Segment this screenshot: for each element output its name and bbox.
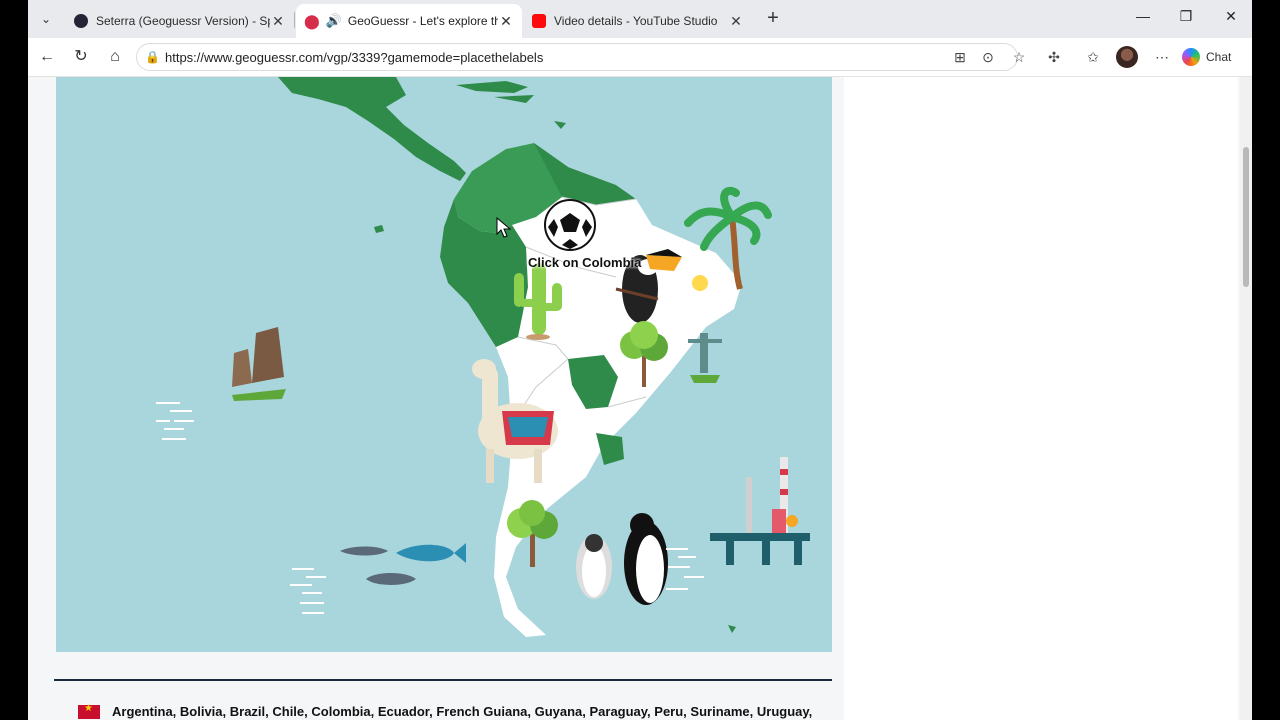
side-panel bbox=[844, 77, 1238, 720]
christ-redeemer-icon bbox=[688, 333, 722, 383]
speaker-icon[interactable]: 🔊 bbox=[326, 13, 342, 29]
tree-icon bbox=[507, 500, 558, 567]
mouse-cursor-icon bbox=[496, 217, 512, 238]
tab-title: Seterra (Geoguessr Version) - Spe bbox=[96, 14, 270, 28]
central-america bbox=[278, 77, 466, 181]
profile-avatar[interactable] bbox=[1116, 46, 1138, 68]
caribbean-island bbox=[494, 95, 534, 103]
penguin-icon bbox=[576, 513, 668, 605]
youtube-icon bbox=[532, 14, 546, 28]
location-pin-icon: ⬤ bbox=[304, 12, 320, 29]
favorites-icon[interactable]: ✩ bbox=[1083, 47, 1103, 67]
more-menu-icon[interactable]: ⋯ bbox=[1152, 47, 1172, 67]
apps-icon[interactable]: ⊞ bbox=[950, 47, 970, 67]
extensions-icon[interactable]: ✣ bbox=[1044, 47, 1064, 67]
uruguay-region bbox=[596, 433, 624, 465]
lock-icon[interactable]: 🔒 bbox=[145, 50, 160, 64]
scrollbar[interactable] bbox=[1240, 77, 1252, 720]
soccer-ball-icon bbox=[544, 199, 596, 251]
url-text[interactable]: https://www.geoguessr.com/vgp/3339?gamem… bbox=[165, 50, 543, 65]
country-list: Argentina, Bolivia, Brazil, Chile, Colom… bbox=[112, 704, 813, 719]
tab-title: Video details - YouTube Studio bbox=[554, 14, 718, 28]
tab-youtube-studio[interactable]: Video details - YouTube Studio ✕ bbox=[524, 4, 752, 38]
flag-icon bbox=[78, 703, 100, 719]
cuba bbox=[456, 81, 528, 93]
page-content: Click on Colombia Argentina, Bolivia, Br… bbox=[28, 77, 1240, 720]
fish-icon bbox=[340, 543, 466, 585]
moai-icon bbox=[232, 327, 286, 401]
back-icon[interactable]: ← bbox=[36, 46, 58, 68]
minimize-icon[interactable]: — bbox=[1128, 8, 1158, 30]
close-tab-icon[interactable]: ✕ bbox=[728, 13, 744, 30]
section-divider bbox=[54, 679, 832, 681]
seterra-icon bbox=[74, 14, 88, 28]
tab-geoguessr[interactable]: ⬤ 🔊 GeoGuessr - Let's explore the ✕ bbox=[296, 4, 522, 38]
refresh-icon[interactable]: ↻ bbox=[70, 46, 92, 68]
map-prompt-label: Click on Colombia bbox=[528, 255, 642, 270]
restore-icon[interactable]: ❐ bbox=[1171, 8, 1201, 30]
waves-decoration bbox=[156, 402, 704, 614]
tab-title: GeoGuessr - Let's explore the bbox=[347, 14, 498, 28]
browser-window: ⌄ Seterra (Geoguessr Version) - Spe ✕ ⬤ … bbox=[28, 0, 1252, 720]
reading-mode-icon[interactable]: ⊙ bbox=[978, 47, 998, 67]
copilot-icon bbox=[1182, 48, 1200, 66]
tab-actions-menu-icon[interactable]: ⌄ bbox=[34, 8, 58, 30]
browser-toolbar: ← ↻ ⌂ 🔒 https://www.geoguessr.com/vgp/33… bbox=[28, 38, 1252, 77]
copilot-chat-button[interactable]: Chat bbox=[1182, 45, 1246, 69]
tab-bar: ⌄ Seterra (Geoguessr Version) - Spe ✕ ⬤ … bbox=[28, 0, 1252, 38]
map-canvas[interactable]: Click on Colombia bbox=[56, 77, 832, 652]
oil-platform-icon bbox=[710, 457, 810, 565]
caribbean-island bbox=[554, 121, 566, 129]
galapagos bbox=[374, 225, 384, 233]
close-tab-icon[interactable]: ✕ bbox=[498, 13, 514, 30]
scrollbar-thumb[interactable] bbox=[1243, 147, 1249, 287]
chat-label: Chat bbox=[1206, 50, 1232, 64]
close-tab-icon[interactable]: ✕ bbox=[270, 13, 286, 30]
close-window-icon[interactable]: ✕ bbox=[1216, 8, 1246, 30]
new-tab-icon[interactable]: + bbox=[762, 8, 784, 30]
tab-seterra[interactable]: Seterra (Geoguessr Version) - Spe ✕ bbox=[66, 4, 294, 38]
tab-separator bbox=[294, 12, 295, 28]
flower-icon bbox=[692, 275, 708, 291]
home-icon[interactable]: ⌂ bbox=[104, 46, 126, 68]
favorite-star-icon[interactable]: ☆ bbox=[1009, 47, 1029, 67]
falklands bbox=[728, 625, 736, 633]
address-bar[interactable]: 🔒 https://www.geoguessr.com/vgp/3339?gam… bbox=[136, 43, 1018, 71]
